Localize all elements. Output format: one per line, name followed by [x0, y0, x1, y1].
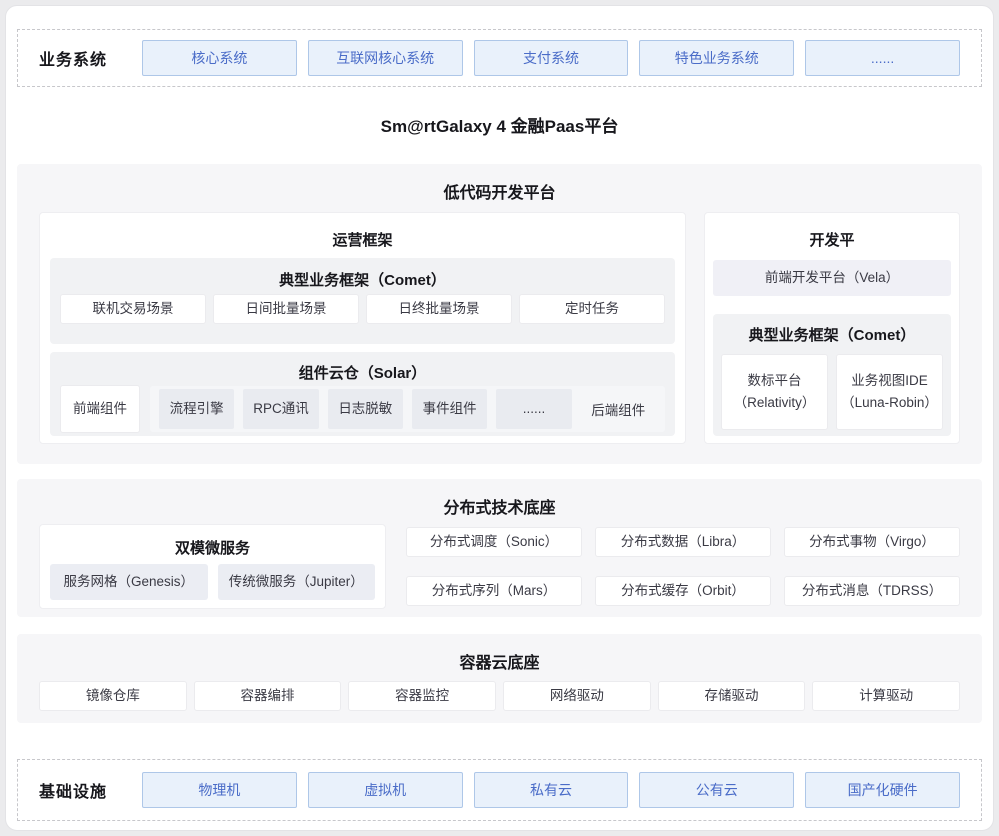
- genesis-service-mesh-block: 服务网格（Genesis）: [50, 564, 208, 600]
- distributed-content: 双模微服务 服务网格（Genesis） 传统微服务（Jupiter） 分布式调度…: [39, 524, 960, 609]
- business-system-block-payment: 支付系统: [474, 40, 629, 76]
- lowcode-platform-section: 低代码开发平台 运营框架 典型业务框架（Comet） 联机交易场景 日间批量场景…: [17, 164, 982, 464]
- dev-comet-title: 典型业务框架（Comet）: [721, 314, 943, 344]
- comet-framework-title: 典型业务框架（Comet）: [60, 258, 665, 289]
- domestic-hardware-block: 国产化硬件: [805, 772, 960, 808]
- solar-chip-event-component: 事件组件: [412, 389, 487, 429]
- lowcode-platform-title: 低代码开发平台: [39, 164, 960, 201]
- comet-item-scheduled-task: 定时任务: [519, 294, 665, 324]
- distributed-base-title: 分布式技术底座: [39, 479, 960, 516]
- comet-framework-box: 典型业务框架（Comet） 联机交易场景 日间批量场景 日终批量场景 定时任务: [50, 258, 675, 344]
- relativity-platform-block: 数标平台 （Relativity）: [721, 354, 828, 430]
- dual-mode-title: 双模微服务: [50, 525, 375, 557]
- lowcode-content: 运营框架 典型业务框架（Comet） 联机交易场景 日间批量场景 日终批量场景 …: [39, 212, 960, 444]
- private-cloud-block: 私有云: [474, 772, 629, 808]
- comet-item-endofday-batch: 日终批量场景: [366, 294, 512, 324]
- container-orchestration-block: 容器编排: [194, 681, 342, 711]
- comet-item-daytime-batch: 日间批量场景: [213, 294, 359, 324]
- solar-strip: 流程引擎 RPC通讯 日志脱敏 事件组件 ...... 后端组件: [150, 386, 665, 432]
- infrastructure-section: 基础设施 物理机 虚拟机 私有云 公有云 国产化硬件: [17, 759, 982, 821]
- solar-back-component: 后端组件: [581, 399, 656, 419]
- network-driver-block: 网络驱动: [503, 681, 651, 711]
- luna-robin-line1: 业务视图IDE: [851, 370, 928, 392]
- diagram-card: 业务系统 核心系统 互联网核心系统 支付系统 特色业务系统 ...... Sm@…: [5, 5, 994, 831]
- solar-title: 组件云仓（Solar）: [60, 352, 665, 382]
- page-title: Sm@rtGalaxy 4 金融Paas平台: [17, 115, 982, 139]
- solar-chip-process-engine: 流程引擎: [159, 389, 234, 429]
- dev-comet-items: 数标平台 （Relativity） 业务视图IDE （Luna-Robin）: [721, 354, 943, 430]
- storage-driver-block: 存储驱动: [658, 681, 806, 711]
- infrastructure-label: 基础设施: [39, 778, 142, 802]
- business-system-block-more: ......: [805, 40, 960, 76]
- container-base-title: 容器云底座: [39, 634, 960, 671]
- relativity-line2: （Relativity）: [734, 392, 816, 414]
- solar-items-row: 前端组件 流程引擎 RPC通讯 日志脱敏 事件组件 ...... 后端组件: [60, 385, 665, 433]
- image-registry-block: 镜像仓库: [39, 681, 187, 711]
- compute-driver-block: 计算驱动: [812, 681, 960, 711]
- comet-item-online-trading: 联机交易场景: [60, 294, 206, 324]
- infrastructure-row: 物理机 虚拟机 私有云 公有云 国产化硬件: [142, 772, 960, 808]
- solar-chip-more: ......: [496, 389, 571, 429]
- business-systems-section: 业务系统 核心系统 互联网核心系统 支付系统 特色业务系统 ......: [17, 29, 982, 87]
- virgo-transaction-block: 分布式事物（Virgo）: [784, 527, 960, 557]
- jupiter-microservice-block: 传统微服务（Jupiter）: [218, 564, 376, 600]
- solar-chip-log-masking: 日志脱敏: [328, 389, 403, 429]
- luna-robin-line2: （Luna-Robin）: [841, 392, 938, 414]
- operation-framework-box: 运营框架 典型业务框架（Comet） 联机交易场景 日间批量场景 日终批量场景 …: [39, 212, 686, 444]
- dev-platform-box: 开发平 前端开发平台（Vela） 典型业务框架（Comet） 数标平台 （Rel…: [704, 212, 960, 444]
- mars-sequence-block: 分布式序列（Mars）: [406, 576, 582, 606]
- container-base-section: 容器云底座 镜像仓库 容器编排 容器监控 网络驱动 存储驱动 计算驱动: [17, 634, 982, 723]
- physical-machine-block: 物理机: [142, 772, 297, 808]
- solar-chip-rpc: RPC通讯: [243, 389, 318, 429]
- business-systems-row: 核心系统 互联网核心系统 支付系统 特色业务系统 ......: [142, 40, 960, 76]
- distributed-base-section: 分布式技术底座 双模微服务 服务网格（Genesis） 传统微服务（Jupite…: [17, 479, 982, 617]
- container-items-row: 镜像仓库 容器编排 容器监控 网络驱动 存储驱动 计算驱动: [39, 681, 960, 711]
- business-system-block-internet-core: 互联网核心系统: [308, 40, 463, 76]
- solar-front-component: 前端组件: [60, 385, 140, 433]
- dual-mode-microservice-box: 双模微服务 服务网格（Genesis） 传统微服务（Jupiter）: [39, 524, 386, 609]
- solar-component-box: 组件云仓（Solar） 前端组件 流程引擎 RPC通讯 日志脱敏 事件组件 ..…: [50, 352, 675, 436]
- business-system-block-core: 核心系统: [142, 40, 297, 76]
- orbit-cache-block: 分布式缓存（Orbit）: [595, 576, 771, 606]
- distributed-cards-grid: 分布式调度（Sonic） 分布式数据（Libra） 分布式事物（Virgo） 分…: [406, 527, 960, 609]
- dev-comet-box: 典型业务框架（Comet） 数标平台 （Relativity） 业务视图IDE …: [713, 314, 951, 436]
- tdrss-message-block: 分布式消息（TDRSS）: [784, 576, 960, 606]
- container-monitoring-block: 容器监控: [348, 681, 496, 711]
- business-systems-label: 业务系统: [39, 46, 142, 70]
- vela-frontend-platform-block: 前端开发平台（Vela）: [713, 260, 951, 296]
- business-system-block-special: 特色业务系统: [639, 40, 794, 76]
- sonic-scheduling-block: 分布式调度（Sonic）: [406, 527, 582, 557]
- relativity-line1: 数标平台: [748, 370, 802, 392]
- operation-framework-title: 运营框架: [50, 213, 675, 251]
- dual-mode-items: 服务网格（Genesis） 传统微服务（Jupiter）: [50, 564, 375, 600]
- libra-data-block: 分布式数据（Libra）: [595, 527, 771, 557]
- public-cloud-block: 公有云: [639, 772, 794, 808]
- luna-robin-ide-block: 业务视图IDE （Luna-Robin）: [836, 354, 943, 430]
- comet-items-row: 联机交易场景 日间批量场景 日终批量场景 定时任务: [60, 294, 665, 324]
- dev-platform-title: 开发平: [713, 213, 951, 251]
- virtual-machine-block: 虚拟机: [308, 772, 463, 808]
